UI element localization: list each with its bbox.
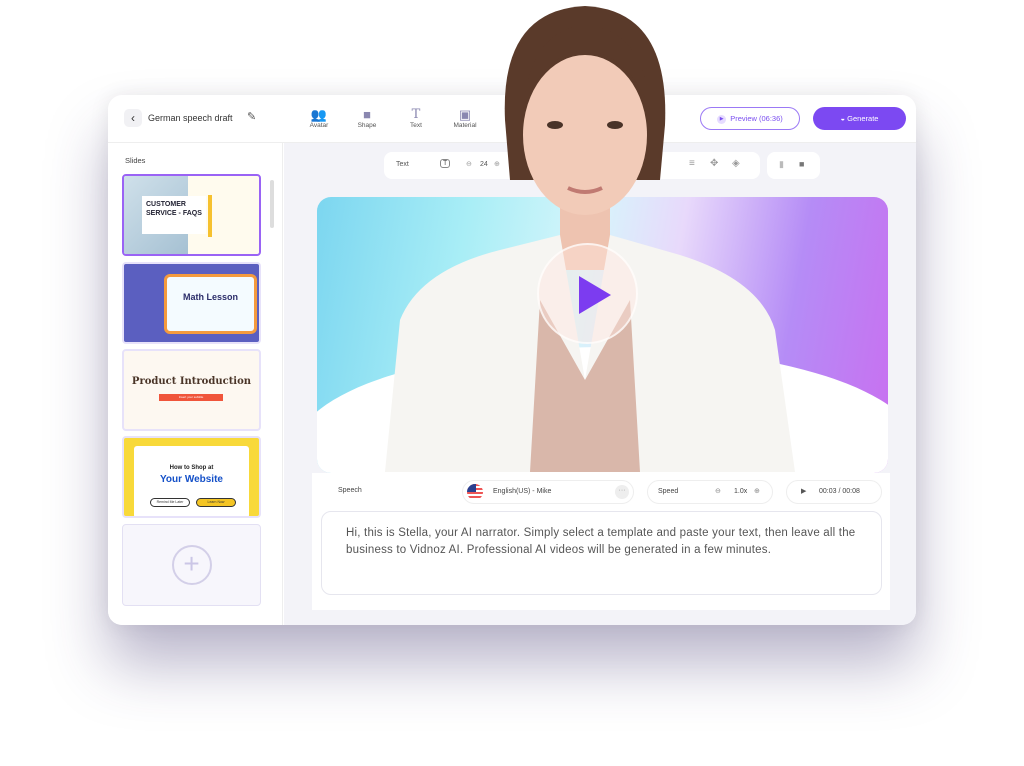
scrollbar[interactable]	[270, 180, 274, 228]
audio-player: ▶ 00:03 / 00:08	[786, 480, 882, 504]
speed-label: Speed	[658, 488, 679, 495]
slide-title: Math Lesson	[182, 292, 238, 302]
project-title[interactable]: German speech draft	[148, 113, 233, 123]
generate-button[interactable]: ◒ Generate	[813, 107, 906, 130]
slide-title: Your Website	[160, 474, 223, 485]
speech-label: Speech	[338, 487, 362, 494]
add-slide-button[interactable]: +	[122, 524, 261, 606]
us-flag-icon	[467, 484, 483, 500]
speed-value: 1.0x	[734, 488, 748, 495]
people-icon: 👥	[310, 107, 328, 122]
audio-time: 00:03 / 00:08	[819, 488, 860, 495]
slide-thumbnail[interactable]: Math Lesson	[122, 262, 261, 344]
slides-sidebar: Slides CUSTOMER SERVICE - FAQS Math Less…	[108, 143, 283, 625]
slide-title: Product Introduction	[131, 376, 252, 387]
slide-title: CUSTOMER SERVICE - FAQS	[142, 196, 206, 234]
play-audio-button[interactable]: ▶	[801, 481, 806, 503]
pencil-icon[interactable]: ✎	[247, 110, 256, 123]
tool-avatar[interactable]: 👥 Avatar	[299, 107, 339, 129]
slide-subtitle: How to Shop at	[169, 465, 214, 471]
slide-button: Learn Now	[196, 498, 236, 507]
speech-panel: Speech English(US) - Mike ··· Speed ⊖ 1.…	[312, 473, 890, 610]
slide-button: Insert your subtitle	[159, 394, 223, 401]
back-button[interactable]: ‹	[124, 109, 142, 127]
tool-label: Shape	[357, 122, 377, 129]
voice-selector[interactable]: English(US) - Mike ···	[462, 480, 634, 504]
voice-name: English(US) - Mike	[493, 488, 552, 495]
slide-thumbnail[interactable]: How to Shop at Your Website Remind Me La…	[122, 436, 261, 518]
slide-thumbnail[interactable]: Product Introduction Insert your subtitl…	[122, 349, 261, 431]
speed-control: Speed ⊖ 1.0x ⊕	[647, 480, 773, 504]
slide-button: Remind Me Later	[150, 498, 190, 507]
generate-label: Generate	[847, 114, 879, 123]
tool-label: Avatar	[309, 122, 329, 129]
play-video-button[interactable]	[537, 243, 638, 344]
speed-increase-button[interactable]: ⊕	[754, 481, 760, 503]
slide-thumbnail[interactable]: CUSTOMER SERVICE - FAQS	[122, 174, 261, 256]
more-icon[interactable]: ···	[615, 485, 629, 499]
plus-circle-icon: +	[171, 545, 212, 585]
speech-text-input[interactable]: Hi, this is Stella, your AI narrator. Si…	[321, 511, 882, 595]
slides-label: Slides	[125, 156, 146, 165]
speed-decrease-button[interactable]: ⊖	[715, 481, 721, 503]
avatar-image	[385, 6, 795, 472]
